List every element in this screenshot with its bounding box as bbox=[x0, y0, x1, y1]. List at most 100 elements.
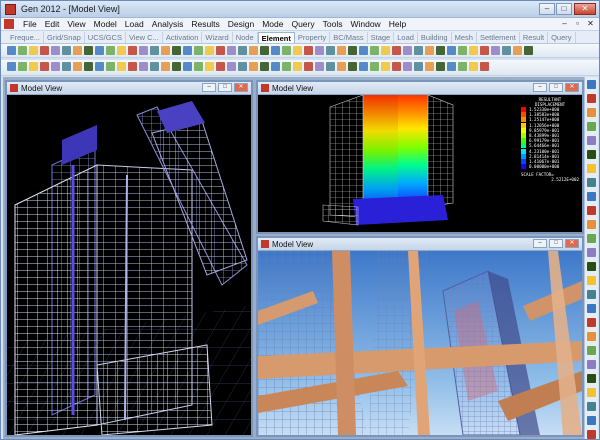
view-maximize-button[interactable]: □ bbox=[218, 83, 232, 92]
tab-view-c[interactable]: View C... bbox=[126, 32, 163, 43]
model-view-titlebar[interactable]: Model View – □ ✕ bbox=[258, 82, 582, 95]
main-tool-icon[interactable] bbox=[172, 46, 181, 55]
main-tool-icon[interactable] bbox=[436, 46, 445, 55]
menu-results[interactable]: Results bbox=[187, 19, 223, 30]
side-tool-icon[interactable] bbox=[587, 108, 596, 117]
view-tool-icon[interactable] bbox=[249, 62, 258, 71]
main-tool-icon[interactable] bbox=[359, 46, 368, 55]
main-tool-icon[interactable] bbox=[227, 46, 236, 55]
main-tool-icon[interactable] bbox=[183, 46, 192, 55]
view-tool-icon[interactable] bbox=[183, 62, 192, 71]
side-tool-icon[interactable] bbox=[587, 234, 596, 243]
side-tool-icon[interactable] bbox=[587, 248, 596, 257]
doc-restore-button[interactable]: ▫ bbox=[573, 19, 582, 28]
tab-ucs-gcs[interactable]: UCS/GCS bbox=[85, 32, 126, 43]
view-tool-icon[interactable] bbox=[282, 62, 291, 71]
main-tool-icon[interactable] bbox=[106, 46, 115, 55]
side-tool-icon[interactable] bbox=[587, 402, 596, 411]
side-tool-icon[interactable] bbox=[587, 318, 596, 327]
view-tool-icon[interactable] bbox=[139, 62, 148, 71]
main-tool-icon[interactable] bbox=[458, 46, 467, 55]
main-tool-icon[interactable] bbox=[370, 46, 379, 55]
tab-wizard[interactable]: Wizard bbox=[202, 32, 233, 43]
view-tool-icon[interactable] bbox=[62, 62, 71, 71]
tab-building[interactable]: Building bbox=[418, 32, 452, 43]
view-tool-icon[interactable] bbox=[95, 62, 104, 71]
menu-design[interactable]: Design bbox=[224, 19, 258, 30]
side-tool-icon[interactable] bbox=[587, 276, 596, 285]
side-tool-icon[interactable] bbox=[587, 220, 596, 229]
main-tool-icon[interactable] bbox=[161, 46, 170, 55]
side-tool-icon[interactable] bbox=[587, 122, 596, 131]
menu-query[interactable]: Query bbox=[287, 19, 318, 30]
main-tool-icon[interactable] bbox=[381, 46, 390, 55]
menu-view[interactable]: View bbox=[63, 19, 89, 30]
main-tool-icon[interactable] bbox=[491, 46, 500, 55]
view-close-button[interactable]: ✕ bbox=[565, 83, 579, 92]
view-tool-icon[interactable] bbox=[293, 62, 302, 71]
main-tool-icon[interactable] bbox=[348, 46, 357, 55]
main-tool-icon[interactable] bbox=[480, 46, 489, 55]
tab-mesh[interactable]: Mesh bbox=[452, 32, 477, 43]
view-tool-icon[interactable] bbox=[271, 62, 280, 71]
main-tool-icon[interactable] bbox=[150, 46, 159, 55]
main-tool-icon[interactable] bbox=[139, 46, 148, 55]
view-maximize-button[interactable]: □ bbox=[549, 83, 563, 92]
side-tool-icon[interactable] bbox=[587, 416, 596, 425]
tab-node[interactable]: Node bbox=[233, 32, 258, 43]
view-tool-icon[interactable] bbox=[51, 62, 60, 71]
close-button[interactable]: ✕ bbox=[574, 3, 596, 15]
view-tool-icon[interactable] bbox=[425, 62, 434, 71]
model-view-window-1[interactable]: Model View – □ ✕ bbox=[5, 80, 253, 437]
side-tool-icon[interactable] bbox=[587, 262, 596, 271]
side-tool-icon[interactable] bbox=[587, 388, 596, 397]
main-tool-icon[interactable] bbox=[216, 46, 225, 55]
main-tool-icon[interactable] bbox=[282, 46, 291, 55]
side-tool-icon[interactable] bbox=[587, 304, 596, 313]
main-tool-icon[interactable] bbox=[51, 46, 60, 55]
tab-bc-mass[interactable]: BC/Mass bbox=[330, 32, 368, 43]
tab-element[interactable]: Element bbox=[257, 32, 295, 43]
view-tool-icon[interactable] bbox=[414, 62, 423, 71]
view-tool-icon[interactable] bbox=[7, 62, 16, 71]
model-canvas-rendered[interactable] bbox=[258, 251, 582, 435]
main-tool-icon[interactable] bbox=[95, 46, 104, 55]
view-tool-icon[interactable] bbox=[458, 62, 467, 71]
model-view-titlebar[interactable]: Model View – □ ✕ bbox=[258, 238, 582, 251]
main-tool-icon[interactable] bbox=[403, 46, 412, 55]
view-tool-icon[interactable] bbox=[359, 62, 368, 71]
side-tool-icon[interactable] bbox=[587, 346, 596, 355]
doc-minimize-button[interactable]: – bbox=[560, 19, 569, 28]
maximize-button[interactable]: □ bbox=[556, 3, 572, 15]
menu-load[interactable]: Load bbox=[121, 19, 148, 30]
main-tool-icon[interactable] bbox=[447, 46, 456, 55]
view-tool-icon[interactable] bbox=[304, 62, 313, 71]
main-tool-icon[interactable] bbox=[18, 46, 27, 55]
main-tool-icon[interactable] bbox=[392, 46, 401, 55]
model-view-window-2[interactable]: Model View – □ ✕ RESULTANT DISPLACEMENT … bbox=[256, 80, 584, 234]
menu-edit[interactable]: Edit bbox=[41, 19, 64, 30]
main-tool-icon[interactable] bbox=[414, 46, 423, 55]
main-tool-icon[interactable] bbox=[73, 46, 82, 55]
side-tool-icon[interactable] bbox=[587, 80, 596, 89]
view-tool-icon[interactable] bbox=[18, 62, 27, 71]
main-tool-icon[interactable] bbox=[238, 46, 247, 55]
view-tool-icon[interactable] bbox=[337, 62, 346, 71]
view-tool-icon[interactable] bbox=[381, 62, 390, 71]
model-canvas-displacement[interactable]: RESULTANT DISPLACEMENT 1.52330e+000 1.385… bbox=[258, 95, 582, 232]
main-tool-icon[interactable] bbox=[128, 46, 137, 55]
side-tool-icon[interactable] bbox=[587, 94, 596, 103]
menu-mode[interactable]: Mode bbox=[258, 19, 287, 30]
view-tool-icon[interactable] bbox=[29, 62, 38, 71]
view-tool-icon[interactable] bbox=[447, 62, 456, 71]
view-tool-icon[interactable] bbox=[238, 62, 247, 71]
minimize-button[interactable]: – bbox=[539, 3, 555, 15]
menu-analysis[interactable]: Analysis bbox=[148, 19, 188, 30]
main-tool-icon[interactable] bbox=[304, 46, 313, 55]
main-tool-icon[interactable] bbox=[469, 46, 478, 55]
tab-activation[interactable]: Activation bbox=[163, 32, 203, 43]
view-close-button[interactable]: ✕ bbox=[234, 83, 248, 92]
view-tool-icon[interactable] bbox=[216, 62, 225, 71]
model-view-window-3[interactable]: Model View – □ ✕ bbox=[256, 236, 584, 437]
view-tool-icon[interactable] bbox=[227, 62, 236, 71]
